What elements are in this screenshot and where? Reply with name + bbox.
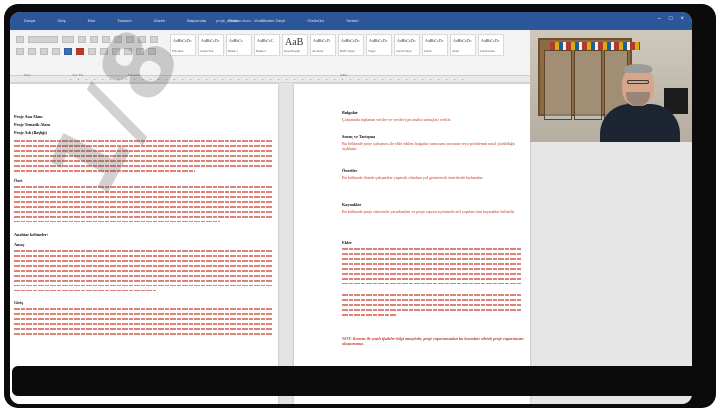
strikethrough-icon[interactable] xyxy=(52,48,60,55)
introduction-instructions xyxy=(14,308,272,338)
style-sample: AaBbCcDc xyxy=(397,38,416,43)
style-sample: AaBbCcDc xyxy=(341,38,360,43)
heading-aim: Amaç xyxy=(14,242,25,247)
style-heading-1[interactable]: AaBbCc Başlık 1 xyxy=(226,34,252,56)
style-title[interactable]: AaB Konu Başlığı xyxy=(282,34,308,56)
style-sample: AaBbCcDc xyxy=(369,38,388,43)
menu-item-layout[interactable]: Düzen xyxy=(154,18,166,23)
style-strong[interactable]: AaBbCcDc Güçlü xyxy=(422,34,448,56)
heading-appendices: Ekler xyxy=(342,240,353,245)
font-size-dropdown[interactable] xyxy=(62,36,74,43)
maximize-icon[interactable]: □ xyxy=(669,16,673,22)
heading-keywords: Anahtar kelimeler: xyxy=(14,232,49,237)
heading-abstract: Özet xyxy=(14,178,23,183)
font-name-dropdown[interactable] xyxy=(28,36,58,43)
style-intense-emphasis[interactable]: AaBbCcDc Güçlü Vurgu xyxy=(394,34,420,56)
style-sample: AaBbCcDc xyxy=(481,38,500,43)
style-name: Aralık Yok xyxy=(200,49,214,53)
style-sample: AaBbCcC xyxy=(257,38,274,43)
style-subtitle[interactable]: AaBbCcD Alt Konu xyxy=(310,34,336,56)
style-quote[interactable]: AaBbCcDc Alıntı xyxy=(450,34,476,56)
recommendations-text: Bu bölümde ileride çalışmalar yapacak ol… xyxy=(342,175,484,180)
style-name: Güçlü Alıntı xyxy=(480,49,495,53)
menu-item-home[interactable]: Giriş xyxy=(57,18,65,23)
video-control-bar xyxy=(12,366,712,396)
style-heading-2[interactable]: AaBbCcC Başlık 2 xyxy=(254,34,280,56)
style-sample: AaBbCcD xyxy=(313,38,330,43)
style-name: Başlık 2 xyxy=(256,49,266,53)
style-name: Güçlü Vurgu xyxy=(396,49,412,53)
field-thematic-area: Proje Tematik Alanı xyxy=(14,122,50,127)
heading-recommendations: Öneriler xyxy=(342,168,358,173)
heading-references: Kaynaklar xyxy=(342,202,362,207)
style-name: Hafif Vurgu xyxy=(340,49,355,53)
menu-item-references[interactable]: Başvurular xyxy=(187,18,206,23)
abstract-instructions xyxy=(14,186,272,226)
style-name: Konu Başlığı xyxy=(284,49,300,53)
presenter-body xyxy=(600,104,680,142)
style-emphasis[interactable]: AaBbCcDc Vurgu xyxy=(366,34,392,56)
style-no-spacing[interactable]: AaBbCcDc Aralık Yok xyxy=(198,34,224,56)
menu-item-file[interactable]: Dosya xyxy=(24,18,35,23)
menu-item-insert[interactable]: Ekle xyxy=(88,18,96,23)
heading-conclusion: Sonuç ve Tartışma xyxy=(342,134,376,139)
style-subtle-emphasis[interactable]: AaBbCcDc Hafif Vurgu xyxy=(338,34,364,56)
style-name: Güçlü xyxy=(424,49,432,53)
style-sample: AaBbCc xyxy=(229,38,243,43)
field-main-area: Proje Ana Alanı xyxy=(14,114,43,119)
grow-font-icon[interactable] xyxy=(78,36,86,43)
font-color-icon[interactable] xyxy=(76,48,84,55)
conclusion-text: Bu bölümde proje çalışması ile elde edil… xyxy=(342,141,515,152)
appendices-instructions xyxy=(342,248,522,288)
page-right[interactable]: Bulgular Çalışmada toplanan veriler ve v… xyxy=(294,84,530,404)
aim-instructions xyxy=(14,250,272,295)
document-title: proje_sablonu.docx - Word xyxy=(216,18,264,23)
minimize-icon[interactable]: – xyxy=(658,16,661,22)
references-text: Bu bölümde proje sürecinde yararlanılan … xyxy=(342,209,516,214)
style-name: Alıntı xyxy=(452,49,460,53)
paste-icon[interactable] xyxy=(16,36,24,43)
note-text: NOT: Kırmızı ile yazılı ifadeler bilgi a… xyxy=(342,336,524,347)
style-name: Başlık 1 xyxy=(228,49,238,53)
style-intense-quote[interactable]: AaBbCcDc Güçlü Alıntı xyxy=(478,34,504,56)
heading-findings: Bulgular xyxy=(342,110,358,115)
style-name: Vurgu xyxy=(368,49,376,53)
close-icon[interactable]: × xyxy=(680,16,684,22)
style-sample: AaBbCcDc xyxy=(173,38,192,43)
styles-gallery: AaBbCcDc ¶ Normal AaBbCcDc Aralık Yok AaBb… xyxy=(170,34,504,56)
style-sample: AaBbCcDc xyxy=(425,38,444,43)
bookshelf xyxy=(538,38,640,120)
bold-icon[interactable] xyxy=(16,48,24,55)
highlight-icon[interactable] xyxy=(64,48,72,55)
style-sample: AaBbCcDc xyxy=(201,38,220,43)
menu-bar: Dosya Giriş Ekle Tasarım Düzen Başvurula… xyxy=(24,18,359,23)
appendices-note xyxy=(342,294,522,319)
screen-frame: Dosya Giriş Ekle Tasarım Düzen Başvurula… xyxy=(4,4,716,408)
findings-text: Çalışmada toplanan veriler ve veriler iç… xyxy=(342,117,451,122)
heading-introduction: Giriş xyxy=(14,300,24,305)
italic-icon[interactable] xyxy=(28,48,36,55)
menu-item-view[interactable]: Görünüm xyxy=(307,18,324,23)
menu-item-review[interactable]: Gözden Geçir xyxy=(261,18,286,23)
menu-item-help[interactable]: Yardım xyxy=(346,18,359,23)
webcam-overlay xyxy=(530,30,692,142)
style-sample: AaBbCcDc xyxy=(453,38,472,43)
style-name: Alt Konu xyxy=(312,49,324,53)
underline-icon[interactable] xyxy=(40,48,48,55)
window-controls: – □ × xyxy=(658,16,684,22)
style-sample: AaB xyxy=(285,37,304,48)
word-window: Dosya Giriş Ekle Tasarım Düzen Başvurula… xyxy=(10,12,692,404)
